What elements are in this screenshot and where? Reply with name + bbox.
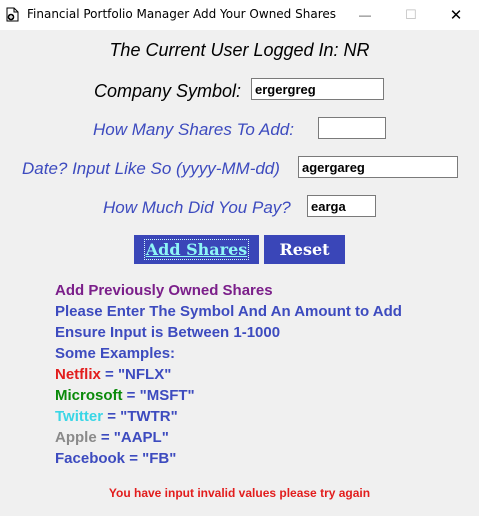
example-name: Twitter [55, 408, 104, 425]
example-name: Apple [55, 429, 97, 446]
example-name: Microsoft [55, 387, 123, 404]
example-item: Netflix = "NFLX" [55, 366, 171, 383]
example-code: = "MSFT" [122, 387, 195, 404]
reset-button[interactable]: Reset [264, 235, 345, 264]
add-shares-button-label: Add Shares [143, 239, 250, 260]
shares-amount-label: How Many Shares To Add: [93, 120, 294, 139]
company-symbol-input[interactable] [251, 78, 384, 100]
example-item: Twitter = "TWTR" [55, 408, 178, 425]
example-name: Facebook [55, 450, 126, 467]
reset-button-label: Reset [279, 240, 330, 259]
info-range-note: Ensure Input is Between 1-1000 [55, 324, 281, 341]
window-title: Financial Portfolio Manager Add Your Own… [27, 7, 336, 21]
company-symbol-label: Company Symbol: [94, 81, 242, 101]
info-instruction: Please Enter The Symbol And An Amount to… [55, 303, 402, 320]
maximize-button[interactable]: ☐ [388, 0, 434, 30]
price-paid-input[interactable] [307, 195, 376, 217]
close-button[interactable]: ✕ [433, 0, 479, 30]
add-shares-button[interactable]: Add Shares [134, 235, 259, 264]
title-bar: Financial Portfolio Manager Add Your Own… [0, 0, 479, 30]
example-code: = "AAPL" [96, 429, 169, 446]
minimize-icon: — [359, 8, 371, 22]
minimize-button[interactable]: — [342, 0, 388, 30]
date-label: Date? Input Like So (yyyy-MM-dd) [22, 159, 280, 178]
info-heading: Add Previously Owned Shares [55, 282, 273, 299]
example-code: = "TWTR" [103, 408, 178, 425]
example-code: = "NFLX" [100, 366, 172, 383]
example-name: Netflix [55, 366, 101, 383]
error-message: You have input invalid values please try… [108, 486, 371, 500]
example-code: = "FB" [125, 450, 177, 467]
close-icon: ✕ [449, 7, 463, 24]
info-examples-heading: Some Examples: [55, 345, 176, 362]
example-item: Apple = "AAPL" [55, 429, 169, 446]
app-icon [6, 7, 19, 22]
current-user-label: The Current User Logged In: NR [109, 40, 370, 60]
shares-amount-input[interactable] [318, 117, 386, 139]
date-input[interactable] [298, 156, 458, 178]
maximize-icon: ☐ [405, 7, 417, 22]
example-item: Microsoft = "MSFT" [55, 387, 195, 404]
price-paid-label: How Much Did You Pay? [103, 198, 291, 217]
example-item: Facebook = "FB" [55, 450, 176, 467]
